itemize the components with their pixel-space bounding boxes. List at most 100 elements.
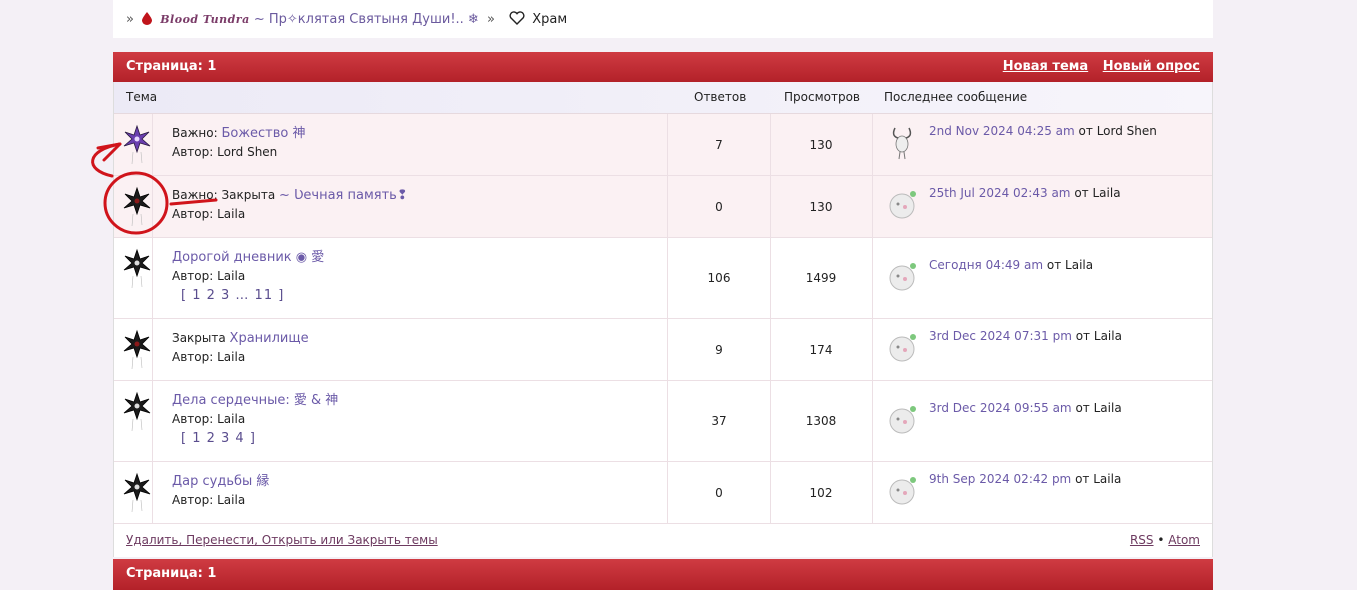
column-topic: Тема <box>126 90 158 104</box>
dark-star-icon <box>123 186 151 227</box>
last-post-date[interactable]: Сегодня 04:49 am <box>929 258 1043 272</box>
breadcrumb-forum-link[interactable]: ~ Пр✧клятая Святыня Души!.. ❄ <box>254 12 479 27</box>
topic-info: Дар судьбы 縁 Автор: Laila <box>172 472 269 510</box>
last-post-date[interactable]: 2nd Nov 2024 04:25 am <box>929 124 1075 138</box>
topic-title-link[interactable]: Дела сердечные: 愛 & 神 <box>172 393 338 408</box>
last-post-from: от <box>1075 329 1091 343</box>
topic-icon-cell <box>114 319 153 380</box>
table-header: Тема Ответов Просмотров Последнее сообще… <box>114 82 1212 114</box>
author-label: Автор: <box>172 145 214 159</box>
topic-author[interactable]: Laila <box>217 269 245 283</box>
last-post-date[interactable]: 3rd Dec 2024 09:55 am <box>929 401 1072 415</box>
last-post-date[interactable]: 25th Jul 2024 02:43 am <box>929 186 1070 200</box>
author-label: Автор: <box>172 269 214 283</box>
feed-separator: • <box>1157 533 1165 547</box>
table-row: Дела сердечные: 愛 & 神 Автор: Laila [ 1 2… <box>114 381 1212 462</box>
replies-cell: 106 <box>667 238 771 318</box>
table-row: Важно: Закрыта ~ Ʋечная память❢ Автор: L… <box>114 176 1212 238</box>
goat-avatar-icon[interactable] <box>886 124 918 160</box>
white-creature-avatar-icon[interactable] <box>886 472 918 508</box>
views-cell: 102 <box>770 462 873 523</box>
topic-title-link[interactable]: Хранилище <box>230 331 309 346</box>
topic-info: Закрыта Хранилище Автор: Laila <box>172 329 309 367</box>
last-post-user[interactable]: Laila <box>1094 401 1122 415</box>
topic-pages[interactable]: [ 1 2 3 4 ] <box>172 429 338 448</box>
closed-status: Закрыта <box>172 331 230 345</box>
atom-link[interactable]: Atom <box>1168 533 1200 547</box>
table-row: Закрыта Хранилище Автор: Laila 9 174 3rd… <box>114 319 1212 381</box>
sticky-prefix: Важно: <box>172 188 222 202</box>
replies-cell: 0 <box>667 176 771 237</box>
page-number[interactable]: 1 <box>207 59 216 74</box>
new-topic-link[interactable]: Новая тема <box>1003 59 1088 74</box>
views-count: 174 <box>809 342 833 357</box>
page-number[interactable]: 1 <box>207 566 216 581</box>
last-post-user[interactable]: Laila <box>1093 472 1121 486</box>
topic-author[interactable]: Laila <box>217 207 245 221</box>
topic-author[interactable]: Laila <box>217 350 245 364</box>
white-creature-avatar-icon[interactable] <box>886 258 918 294</box>
views-cell: 1499 <box>770 238 873 318</box>
topic-icon-cell <box>114 381 153 461</box>
topic-title-link[interactable]: Дар судьбы 縁 <box>172 474 269 489</box>
topic-author[interactable]: Laila <box>217 412 245 426</box>
replies-cell: 9 <box>667 319 771 380</box>
table-row: Важно: Божество 神 Автор: Lord Shen 7 130… <box>114 114 1212 176</box>
column-views: Просмотров <box>784 90 860 104</box>
author-label: Автор: <box>172 412 214 426</box>
topic-title-link[interactable]: Дорогой дневник ◉ 愛 <box>172 250 324 265</box>
replies-count: 37 <box>711 414 727 428</box>
white-creature-avatar-icon[interactable] <box>886 186 918 222</box>
last-post-user[interactable]: Lord Shen <box>1097 124 1157 138</box>
views-count: 102 <box>809 485 833 500</box>
views-count: 130 <box>809 199 833 214</box>
last-post-from: от <box>1046 258 1062 272</box>
replies-cell: 7 <box>667 114 771 175</box>
moderation-link[interactable]: Удалить, Перенести, Открыть или Закрыть … <box>126 524 438 557</box>
replies-cell: 0 <box>667 462 771 523</box>
rss-link[interactable]: RSS <box>1130 533 1154 547</box>
topic-info: Дорогой дневник ◉ 愛 Автор: Laila [ 1 2 3… <box>172 248 324 305</box>
topic-title-link[interactable]: Божество 神 <box>221 126 305 141</box>
last-post-user[interactable]: Laila <box>1065 258 1093 272</box>
topic-author[interactable]: Lord Shen <box>217 145 277 159</box>
topic-info: Дела сердечные: 愛 & 神 Автор: Laila [ 1 2… <box>172 391 338 448</box>
last-post-date[interactable]: 3rd Dec 2024 07:31 pm <box>929 329 1072 343</box>
author-label: Автор: <box>172 493 214 507</box>
views-cell: 130 <box>770 114 873 175</box>
views-count: 1499 <box>805 271 837 285</box>
column-last-post: Последнее сообщение <box>884 90 1028 104</box>
dark-star-icon <box>123 472 151 513</box>
breadcrumb-separator: » <box>126 12 134 27</box>
topic-title-link[interactable]: ~ Ʋечная память❢ <box>279 188 408 203</box>
white-creature-avatar-icon[interactable] <box>886 401 918 437</box>
topic-icon-cell <box>114 238 153 318</box>
author-label: Автор: <box>172 207 214 221</box>
breadcrumb: » Blood Tundra ~ Пр✧клятая Святыня Души!… <box>113 0 1213 38</box>
replies-cell: 37 <box>667 381 771 461</box>
last-post-from: от <box>1074 186 1089 200</box>
breadcrumb-forum-brand[interactable]: Blood Tundra <box>160 13 249 26</box>
topic-author[interactable]: Laila <box>217 493 245 507</box>
page-label: Страница: <box>126 59 203 74</box>
feed-links: RSS • Atom <box>1130 524 1200 557</box>
page-label: Страница: <box>126 566 203 581</box>
replies-count: 0 <box>715 199 723 214</box>
sticky-prefix: Важно: <box>172 126 222 140</box>
last-post-user[interactable]: Laila <box>1094 329 1122 343</box>
topic-icon-cell <box>114 114 153 175</box>
column-replies: Ответов <box>694 90 747 104</box>
blood-drop-icon <box>142 12 153 25</box>
forum-page: » Blood Tundra ~ Пр✧клятая Святыня Души!… <box>113 0 1213 590</box>
heart-icon <box>509 11 525 25</box>
topic-icon-cell <box>114 462 153 523</box>
new-poll-link[interactable]: Новый опрос <box>1103 59 1200 74</box>
topic-pages[interactable]: [ 1 2 3 … 11 ] <box>172 286 324 305</box>
views-count: 1308 <box>805 414 837 428</box>
closed-status: Закрыта <box>221 188 279 202</box>
white-creature-avatar-icon[interactable] <box>886 329 918 365</box>
last-post-user[interactable]: Laila <box>1092 186 1120 200</box>
last-post-date[interactable]: 9th Sep 2024 02:42 pm <box>929 472 1071 486</box>
topic-icon-cell <box>114 176 153 237</box>
violet-star-icon <box>123 124 151 165</box>
